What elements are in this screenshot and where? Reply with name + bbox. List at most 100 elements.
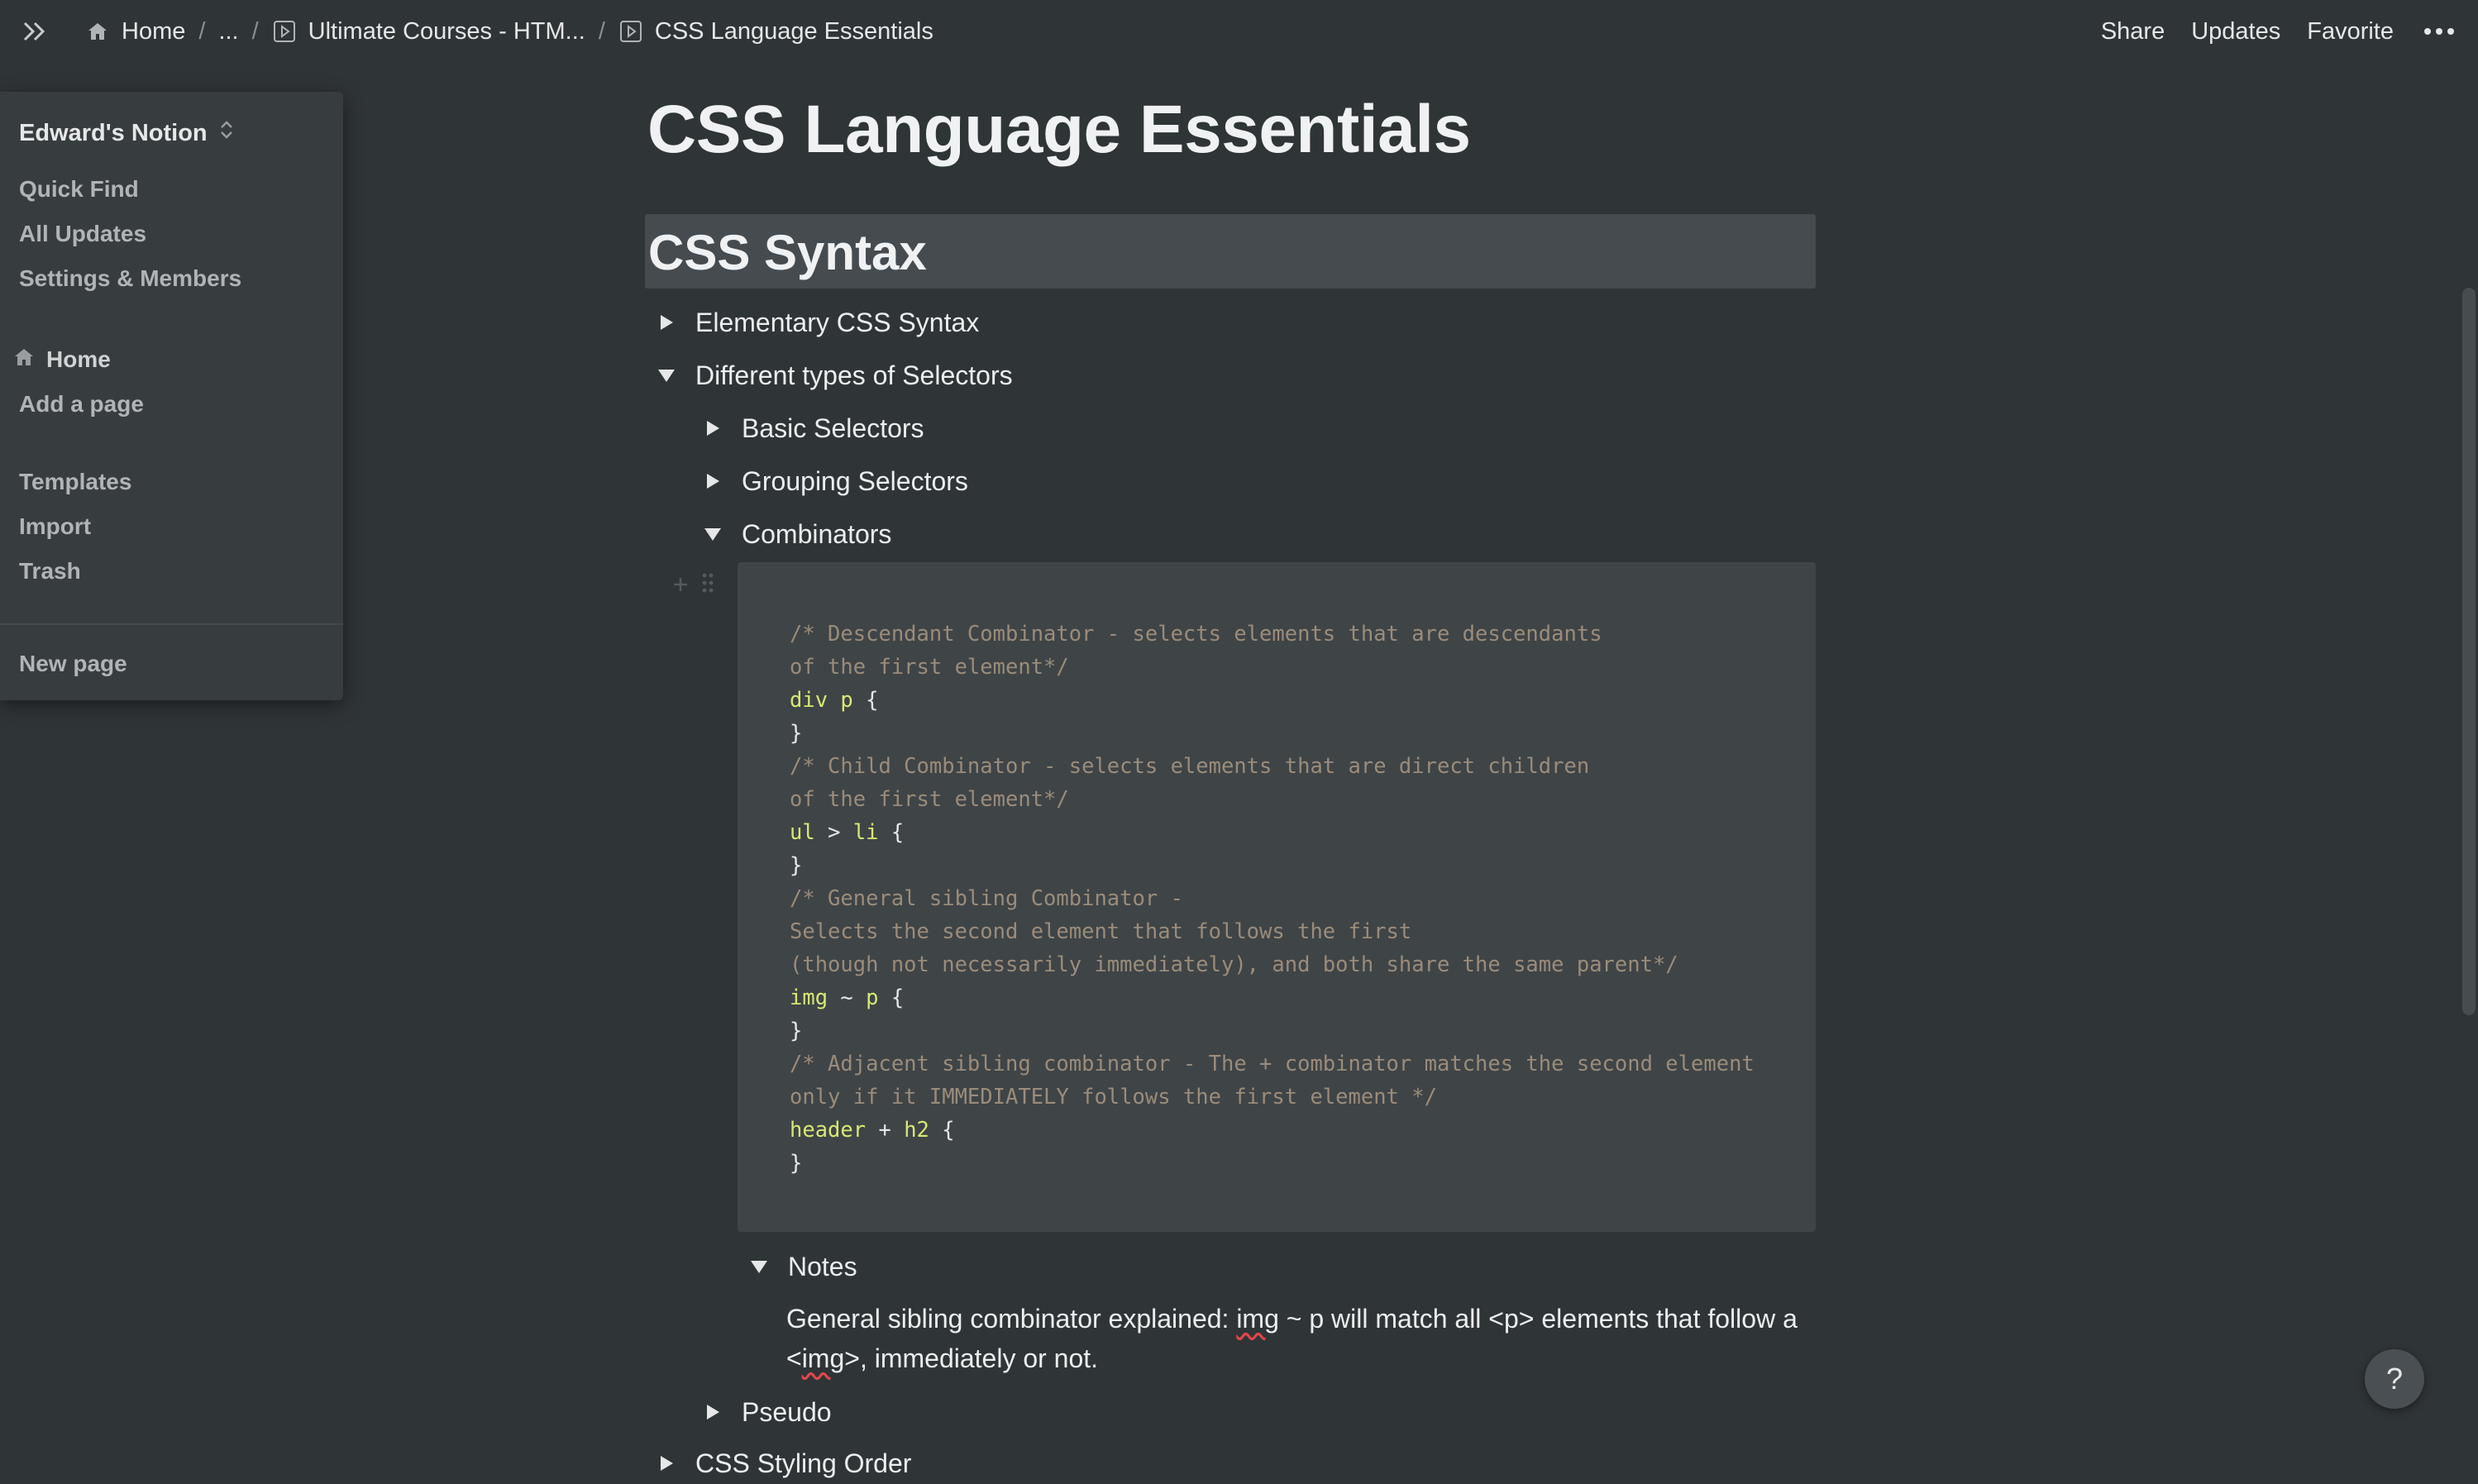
code-brace: { [852,688,879,713]
expanded-triangle-icon[interactable] [748,1256,770,1277]
collapsed-triangle-icon[interactable] [656,1453,677,1474]
code-operator: + [866,1118,905,1143]
toggle-styling-order[interactable]: CSS Styling Order [656,1443,911,1484]
sidebar-item-templates[interactable]: Templates [19,464,131,500]
toggle-label: Pseudo [742,1396,832,1427]
code-brace: { [878,985,905,1010]
notes-text: General sibling combinator explained: [786,1304,1237,1334]
new-page-button[interactable]: New page [19,646,127,682]
sidebar-item-label: All Updates [19,221,147,246]
sidebar-item-label: Settings & Members [19,265,242,291]
code-comment: only if it IMMEDIATELY follows the first… [790,1085,1437,1109]
code-comment: Selects the second element that follows … [790,919,1412,944]
sidebar-item-trash[interactable]: Trash [19,553,81,589]
code-brace: { [878,820,905,845]
toggle-label: Basic Selectors [742,413,924,443]
more-options-icon[interactable] [2420,15,2458,48]
collapsed-triangle-icon[interactable] [702,1401,723,1423]
breadcrumb-ellipsis[interactable]: ... [212,13,245,50]
expanded-triangle-icon[interactable] [702,523,723,545]
sidebar-item-label: Quick Find [19,176,139,202]
expanded-triangle-icon[interactable] [656,365,677,386]
toggle-pseudo[interactable]: Pseudo [702,1391,832,1433]
expand-sidebar-icon[interactable] [18,15,51,48]
code-rule-line: div p { [790,684,878,717]
new-page-label: New page [19,651,127,676]
toggle-combinators[interactable]: Combinators [702,513,891,555]
heading-block[interactable]: CSS Syntax [645,214,1816,289]
toggle-selectors[interactable]: Different types of Selectors [656,355,1013,396]
sidebar-item-home[interactable]: Home [13,341,111,378]
code-selector: ul [790,820,815,845]
video-page-icon [618,19,643,44]
code-selector: header [790,1118,867,1143]
drag-handle-icon[interactable] [701,572,714,600]
toggle-basic-selectors[interactable]: Basic Selectors [702,408,924,449]
chevron-up-down-icon [219,119,234,147]
sidebar-item-add-page[interactable]: Add a page [19,386,144,422]
breadcrumb-home[interactable]: Home [79,13,192,50]
sidebar-item-label: Add a page [19,391,144,417]
code-selector: li [852,820,879,845]
sidebar-item-quick-find[interactable]: Quick Find [19,171,139,208]
breadcrumb-current[interactable]: CSS Language Essentials [612,13,940,50]
topbar-actions: Share Updates Favorite [2101,0,2458,63]
breadcrumb-parent-label: Ultimate Courses - HTM... [308,17,585,45]
breadcrumb-separator: / [251,17,259,45]
heading-text: CSS Syntax [648,225,927,280]
home-icon [85,19,110,44]
code-comment: /* Descendant Combinator - selects eleme… [790,622,1602,647]
breadcrumb: Home / ... / Ultimate Courses - HTM... /… [79,0,940,63]
sidebar-item-label: Templates [19,469,132,494]
collapsed-triangle-icon[interactable] [656,312,677,333]
code-comment: of the first element*/ [790,787,1069,812]
code-selector: h2 [904,1118,929,1143]
video-page-icon [272,19,297,44]
code-comment: /* Adjacent sibling combinator - The + c… [790,1052,1755,1076]
workspace-name: Edward's Notion [19,119,208,146]
scrollbar-thumb[interactable] [2462,288,2476,1015]
code-comment: of the first element*/ [790,655,1069,680]
code-rule-line: ul > li { [790,816,904,849]
page-title[interactable]: CSS Language Essentials [647,91,1471,169]
toggle-elementary-syntax[interactable]: Elementary CSS Syntax [656,302,979,343]
code-selector: div p [790,688,853,713]
code-comment: (though not necessarily immediately), an… [790,952,1678,977]
add-block-icon[interactable] [671,572,690,600]
share-button[interactable]: Share [2101,13,2165,50]
breadcrumb-separator: / [198,17,206,45]
top-bar: Home / ... / Ultimate Courses - HTM... /… [0,0,2478,63]
sidebar-item-all-updates[interactable]: All Updates [19,216,146,252]
favorite-button[interactable]: Favorite [2307,13,2394,50]
spellcheck-word: img [1236,1304,1279,1334]
code-selector: p [866,985,879,1010]
home-icon [13,346,35,373]
toggle-grouping-selectors[interactable]: Grouping Selectors [702,460,968,502]
code-brace: } [790,853,803,878]
toggle-label: Notes [788,1251,857,1281]
code-brace: } [790,1019,803,1043]
help-button[interactable]: ? [2365,1349,2424,1409]
sidebar-item-settings[interactable]: Settings & Members [19,260,241,297]
breadcrumb-parent[interactable]: Ultimate Courses - HTM... [265,13,592,50]
breadcrumb-current-label: CSS Language Essentials [654,17,933,45]
toggle-label: Combinators [742,518,892,549]
sidebar-item-import[interactable]: Import [19,508,91,545]
sidebar-divider [0,623,343,625]
breadcrumb-separator: / [598,17,605,45]
collapsed-triangle-icon[interactable] [702,470,723,492]
code-operator: > [814,820,853,845]
code-brace: } [790,721,803,746]
breadcrumb-home-label: Home [122,17,186,45]
toggle-label: Grouping Selectors [742,465,968,496]
sidebar: Edward's Notion Quick Find All Updates S… [0,92,343,700]
workspace-switcher[interactable]: Edward's Notion [19,115,234,151]
updates-button[interactable]: Updates [2191,13,2280,50]
code-selector: img [790,985,828,1010]
code-rule-line: header + h2 { [790,1114,955,1147]
toggle-notes[interactable]: Notes [748,1246,857,1287]
code-block[interactable]: /* Descendant Combinator - selects eleme… [738,562,1816,1232]
code-comment: /* Child Combinator - selects elements t… [790,754,1590,779]
notes-paragraph[interactable]: General sibling combinator explained: im… [786,1299,1812,1378]
collapsed-triangle-icon[interactable] [702,418,723,439]
